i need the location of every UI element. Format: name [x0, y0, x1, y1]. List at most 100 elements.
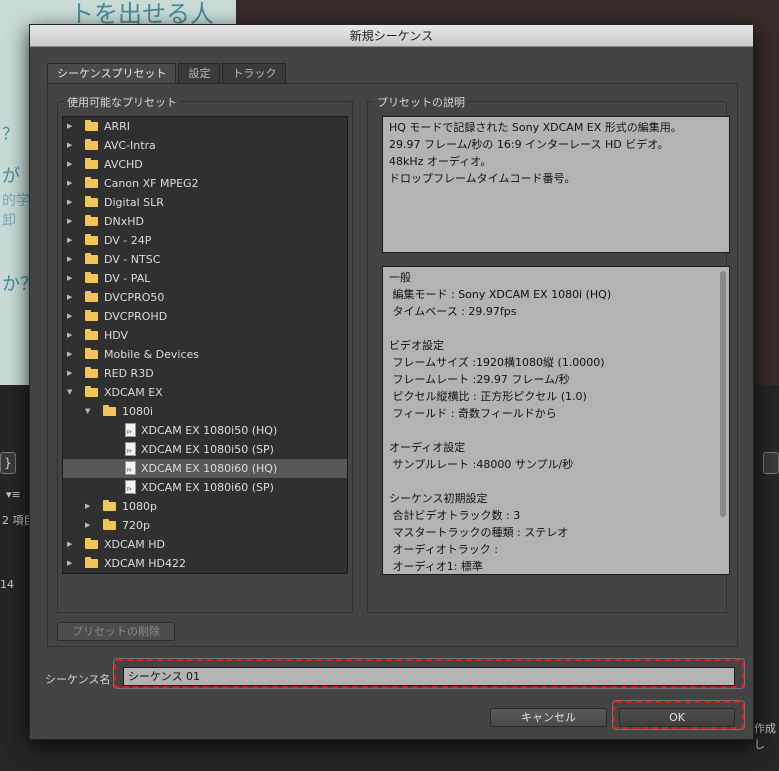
- disclosure-collapsed-icon[interactable]: ▶: [67, 269, 77, 288]
- preset-description-text: HQ モードで記録された Sony XDCAM EX 形式の編集用。 29.97 …: [382, 116, 730, 253]
- preset-label: 1080i: [122, 405, 154, 418]
- disclosure-collapsed-icon[interactable]: ▶: [67, 326, 77, 345]
- folder-icon: [85, 386, 98, 397]
- available-presets-group: 使用可能なプリセット ▶ ARRI ▶ AVC-Intra ▶ AVCHD ▶ Canon X…: [57, 94, 353, 613]
- disclosure-collapsed-icon[interactable]: ▶: [67, 117, 77, 136]
- folder-icon: [85, 557, 98, 568]
- preset-item[interactable]: XDCAM EX 1080i60 (SP): [63, 478, 347, 497]
- dialog-title: 新規シーケンス: [30, 25, 753, 47]
- preset-folder[interactable]: ▶ 720p: [63, 516, 347, 535]
- folder-icon: [85, 253, 98, 264]
- preset-label: DVCPROHD: [104, 310, 168, 323]
- disclosure-collapsed-icon[interactable]: ▶: [85, 516, 95, 535]
- preset-folder[interactable]: ▶ Mobile & Devices: [63, 345, 347, 364]
- tab-bar: シーケンスプリセット 設定 トラック: [47, 63, 288, 84]
- details-line: 編集モード : Sony XDCAM EX 1080i (HQ): [389, 288, 612, 301]
- preset-tree[interactable]: ▶ ARRI ▶ AVC-Intra ▶ AVCHD ▶ Canon XF MPEG2 ▶ Dig…: [62, 116, 348, 574]
- details-line: オーディオ1: 標準: [389, 560, 483, 573]
- disclosure-collapsed-icon[interactable]: ▶: [67, 364, 77, 383]
- preset-label: XDCAM HD: [104, 538, 165, 551]
- tab-sequence-presets[interactable]: シーケンスプリセット: [47, 63, 177, 84]
- slide-text: 卸: [2, 213, 16, 229]
- tab-settings[interactable]: 設定: [178, 63, 221, 83]
- disclosure-collapsed-icon[interactable]: ▶: [67, 345, 77, 364]
- slide-text: 的学: [2, 193, 30, 209]
- folder-icon: [103, 519, 116, 530]
- details-line: オーディオトラック :: [389, 543, 498, 556]
- preset-folder[interactable]: ▼ 1080i: [63, 402, 347, 421]
- preset-folder[interactable]: ▶ DV - PAL: [63, 269, 347, 288]
- preset-folder[interactable]: ▶ DVCPROHD: [63, 307, 347, 326]
- details-scrollbar[interactable]: [720, 271, 726, 517]
- preset-label: 1080p: [122, 500, 157, 513]
- disclosure-collapsed-icon[interactable]: ▶: [67, 554, 77, 573]
- ok-button-highlight: [613, 701, 744, 729]
- preset-folder[interactable]: ▶ AVC-Intra: [63, 136, 347, 155]
- preset-label: Mobile & Devices: [104, 348, 200, 361]
- folder-icon: [103, 500, 116, 511]
- details-line: [389, 320, 723, 337]
- folder-icon: [85, 291, 98, 302]
- sequence-name-label: シーケンス名: [45, 673, 111, 686]
- tab-tracks[interactable]: トラック: [222, 63, 287, 83]
- preset-folder[interactable]: ▶ DV - 24P: [63, 231, 347, 250]
- details-line: タイムベース : 29.97fps: [389, 305, 517, 318]
- disclosure-collapsed-icon[interactable]: ▶: [67, 250, 77, 269]
- disclosure-collapsed-icon[interactable]: ▶: [85, 497, 95, 516]
- disclosure-collapsed-icon[interactable]: ▶: [67, 193, 77, 212]
- preset-label: DVCPRO50: [104, 291, 165, 304]
- sequence-name-highlight: [114, 659, 744, 688]
- disclosure-expanded-icon[interactable]: ▼: [67, 383, 77, 402]
- folder-icon: [85, 310, 98, 321]
- preset-label: XDCAM EX 1080i60 (SP): [141, 481, 274, 494]
- preset-details-text: 一般 編集モード : Sony XDCAM EX 1080i (HQ) タイムベ…: [382, 266, 730, 575]
- disclosure-collapsed-icon[interactable]: ▶: [67, 231, 77, 250]
- disclosure-collapsed-icon[interactable]: ▶: [67, 212, 77, 231]
- details-line: フレームレート :29.97 フレーム/秒: [389, 373, 570, 386]
- folder-icon: [85, 538, 98, 549]
- preset-folder[interactable]: ▶ AVCHD: [63, 155, 347, 174]
- list-view-icon[interactable]: ▾≡: [6, 488, 21, 501]
- disclosure-collapsed-icon[interactable]: ▶: [67, 155, 77, 174]
- preset-folder[interactable]: ▶ HDV: [63, 326, 347, 345]
- panel-tool-icon[interactable]: [763, 452, 779, 474]
- details-line: フレームサイズ :1920横1080縦 (1.0000): [389, 356, 605, 369]
- preset-folder[interactable]: ▶ DNxHD: [63, 212, 347, 231]
- preset-folder[interactable]: ▶ 1080p: [63, 497, 347, 516]
- preset-label: AVC-Intra: [104, 139, 156, 152]
- preset-folder[interactable]: ▶ ARRI: [63, 117, 347, 136]
- preset-folder[interactable]: ▶ DV - NTSC: [63, 250, 347, 269]
- disclosure-collapsed-icon[interactable]: ▶: [67, 535, 77, 554]
- preset-item[interactable]: XDCAM EX 1080i50 (HQ): [63, 421, 347, 440]
- folder-icon: [103, 405, 116, 416]
- available-presets-label: 使用可能なプリセット: [64, 94, 180, 110]
- preset-label: DV - NTSC: [104, 253, 161, 266]
- disclosure-collapsed-icon[interactable]: ▶: [67, 307, 77, 326]
- disclosure-collapsed-icon[interactable]: ▶: [67, 288, 77, 307]
- presets-tab-panel: 使用可能なプリセット ▶ ARRI ▶ AVC-Intra ▶ AVCHD ▶ Canon X…: [47, 83, 738, 647]
- details-line: ビデオ設定: [389, 339, 444, 352]
- folder-icon: [85, 348, 98, 359]
- disclosure-expanded-icon[interactable]: ▼: [85, 402, 95, 421]
- preset-item[interactable]: XDCAM EX 1080i60 (HQ): [63, 459, 347, 478]
- preset-folder[interactable]: ▶ DVCPRO50: [63, 288, 347, 307]
- folder-icon: [85, 367, 98, 378]
- preset-folder[interactable]: ▶ Digital SLR: [63, 193, 347, 212]
- preset-folder[interactable]: ▶ RED R3D: [63, 364, 347, 383]
- details-line: [389, 473, 723, 490]
- background-label: 作成し: [754, 722, 776, 751]
- preset-label: XDCAM HD422: [104, 557, 186, 570]
- preset-label: RED R3D: [104, 367, 154, 380]
- cancel-button[interactable]: キャンセル: [490, 708, 607, 727]
- details-line: サンプルレート :48000 サンプル/秒: [389, 458, 574, 471]
- bracket-icon[interactable]: }: [0, 452, 16, 474]
- disclosure-collapsed-icon[interactable]: ▶: [67, 174, 77, 193]
- preset-folder[interactable]: ▶ XDCAM HD: [63, 535, 347, 554]
- preset-folder[interactable]: ▶ Canon XF MPEG2: [63, 174, 347, 193]
- preset-folder[interactable]: ▼ XDCAM EX: [63, 383, 347, 402]
- preset-folder[interactable]: ▶ XDCAM HD422: [63, 554, 347, 573]
- preset-item[interactable]: XDCAM EX 1080i50 (SP): [63, 440, 347, 459]
- details-line: [389, 422, 723, 439]
- disclosure-collapsed-icon[interactable]: ▶: [67, 136, 77, 155]
- delete-preset-button[interactable]: プリセットの削除: [57, 622, 175, 641]
